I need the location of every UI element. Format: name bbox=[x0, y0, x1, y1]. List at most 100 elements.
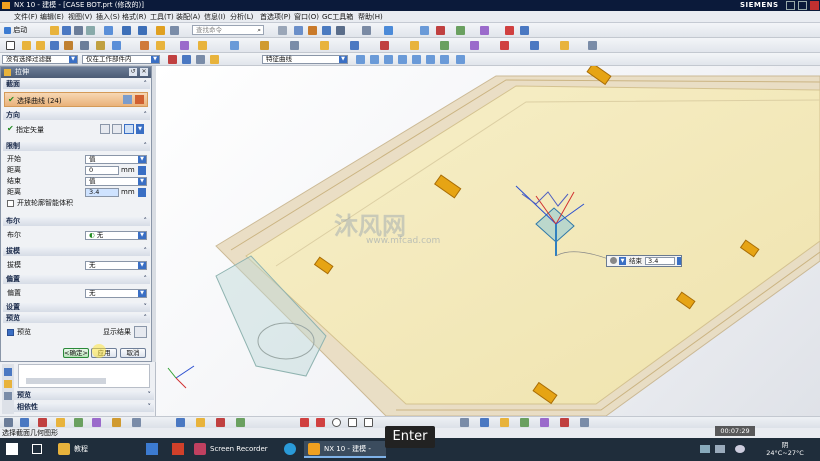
close-icon[interactable]: ✕ bbox=[140, 68, 148, 76]
mirror-icon[interactable] bbox=[198, 41, 207, 50]
more-tools-icon[interactable] bbox=[588, 41, 597, 50]
line-icon[interactable] bbox=[196, 418, 205, 427]
project-curve-icon[interactable] bbox=[580, 418, 589, 427]
section-header[interactable]: 截面 ˄ bbox=[3, 80, 150, 89]
end-distance-input[interactable]: 3.4 bbox=[85, 188, 119, 197]
sketch-polygon-icon[interactable] bbox=[364, 418, 373, 427]
edge-blend-icon[interactable] bbox=[140, 41, 149, 50]
curve-icon[interactable] bbox=[135, 95, 144, 104]
pattern-icon[interactable] bbox=[180, 41, 189, 50]
window-icon[interactable] bbox=[278, 26, 287, 35]
orient-view-icon[interactable] bbox=[384, 26, 393, 35]
snap-view-icon[interactable] bbox=[520, 26, 529, 35]
rotate-view-icon[interactable] bbox=[74, 418, 83, 427]
edge-browser-icon[interactable] bbox=[284, 443, 296, 455]
sync-modeling-icon[interactable] bbox=[350, 41, 359, 50]
layer-icon[interactable] bbox=[420, 26, 429, 35]
chevron-down-icon[interactable]: ▼ bbox=[619, 257, 626, 265]
end-handle-value[interactable]: 3.4 bbox=[645, 257, 675, 265]
orient-icon[interactable] bbox=[20, 418, 29, 427]
offset-header[interactable]: 偏置 ˄ bbox=[3, 275, 150, 284]
deselect-icon[interactable] bbox=[182, 55, 191, 64]
sketch-curve-icon[interactable] bbox=[316, 418, 325, 427]
hole-icon[interactable] bbox=[50, 41, 59, 50]
select-icon[interactable] bbox=[4, 418, 13, 427]
snap-control-icon[interactable] bbox=[384, 55, 393, 64]
ok-button[interactable]: <确定> bbox=[63, 348, 89, 358]
constraint-icon[interactable] bbox=[560, 41, 569, 50]
copy-icon[interactable] bbox=[156, 26, 165, 35]
select-features-icon[interactable] bbox=[196, 55, 205, 64]
assembly-navigator-icon[interactable] bbox=[4, 368, 12, 376]
fillet-icon[interactable] bbox=[540, 418, 549, 427]
show-result-icon[interactable] bbox=[134, 326, 147, 338]
model-canvas[interactable] bbox=[156, 66, 820, 416]
limits-header[interactable]: 限制 ˄ bbox=[3, 142, 150, 151]
snap-on-curve-icon[interactable] bbox=[456, 55, 465, 64]
replace-face-icon[interactable] bbox=[440, 41, 449, 50]
render-style-icon[interactable] bbox=[362, 26, 371, 35]
measure-icon[interactable] bbox=[456, 26, 465, 35]
menu-tools[interactable]: 工具(T) bbox=[150, 12, 174, 22]
revolve-icon[interactable] bbox=[36, 41, 45, 50]
zoom-window-icon[interactable] bbox=[92, 418, 101, 427]
open-profile-checkbox[interactable] bbox=[7, 200, 14, 207]
menu-assembly[interactable]: 装配(A) bbox=[176, 12, 200, 22]
sketch-line-icon[interactable] bbox=[300, 418, 309, 427]
preview-header[interactable]: 预览 ˄ bbox=[3, 314, 150, 323]
undo-icon[interactable] bbox=[122, 26, 131, 35]
select-curve-row[interactable]: ✔ 选择曲线 (24) bbox=[4, 92, 148, 107]
select-body-icon[interactable] bbox=[210, 55, 219, 64]
app-icon-red[interactable] bbox=[172, 443, 184, 455]
menu-view[interactable]: 视图(V) bbox=[68, 12, 92, 22]
start-distance-input[interactable]: 0 bbox=[85, 166, 119, 175]
end-distance-menu-icon[interactable] bbox=[138, 188, 146, 197]
section-view-icon[interactable] bbox=[505, 26, 514, 35]
offset-face-icon[interactable] bbox=[320, 41, 329, 50]
menu-help[interactable]: 帮助(H) bbox=[358, 12, 383, 22]
menu-format[interactable]: 格式(R) bbox=[122, 12, 146, 22]
pull-face-icon[interactable] bbox=[500, 41, 509, 50]
weather-cloud-icon[interactable] bbox=[735, 445, 745, 453]
taskbar-item-screen-recorder[interactable]: Screen Recorder bbox=[194, 441, 268, 458]
arc-icon[interactable] bbox=[216, 418, 225, 427]
pattern-face-icon[interactable] bbox=[530, 41, 539, 50]
nav-dependencies-header[interactable]: 相依性 ˅ bbox=[14, 403, 154, 412]
tray-network-icon[interactable] bbox=[700, 445, 710, 453]
start-button[interactable]: 启动 bbox=[4, 26, 27, 35]
start-option-dropdown[interactable]: 值 ▼ bbox=[85, 155, 147, 164]
pan-icon[interactable] bbox=[336, 26, 345, 35]
extend-icon[interactable] bbox=[520, 418, 529, 427]
command-search-input[interactable]: 查找命令 ⌕ bbox=[192, 25, 264, 35]
direction-header[interactable]: 方向 ˄ bbox=[3, 111, 150, 120]
cut-icon[interactable] bbox=[104, 26, 113, 35]
analysis-icon[interactable] bbox=[480, 26, 489, 35]
delete-face-icon[interactable] bbox=[380, 41, 389, 50]
sketch-circle-icon[interactable] bbox=[332, 418, 341, 427]
wireframe-icon[interactable] bbox=[132, 418, 141, 427]
chamfer-icon[interactable] bbox=[156, 41, 165, 50]
curve-rule-dropdown[interactable]: 特征曲线 ▼ bbox=[262, 55, 348, 64]
close-button[interactable] bbox=[810, 1, 819, 10]
taskbar-item-nx[interactable]: NX 10 - 建模 - [CA... bbox=[304, 441, 386, 458]
unite-icon[interactable] bbox=[80, 41, 89, 50]
print-icon[interactable] bbox=[86, 26, 95, 35]
app-icon-blue[interactable] bbox=[146, 443, 158, 455]
draft-header[interactable]: 拔模 ˄ bbox=[3, 247, 150, 256]
menu-edit[interactable]: 编辑(E) bbox=[40, 12, 64, 22]
shaded-icon[interactable] bbox=[112, 418, 121, 427]
cancel-button[interactable]: 取消 bbox=[120, 348, 146, 358]
inferred-vector-icon[interactable] bbox=[124, 124, 134, 134]
selection-scope-dropdown[interactable]: 仅在工作部件内 ▼ bbox=[82, 55, 160, 64]
menu-preferences[interactable]: 首选项(P) bbox=[260, 12, 291, 22]
end-option-dropdown[interactable]: 值 ▼ bbox=[85, 177, 147, 186]
snap-endpoint-icon[interactable] bbox=[356, 55, 365, 64]
chevron-down-icon[interactable]: ▼ bbox=[136, 124, 144, 134]
paste-icon[interactable] bbox=[170, 26, 179, 35]
weather-widget[interactable]: 阴 24°C~27°C bbox=[752, 441, 818, 457]
trim-icon[interactable] bbox=[500, 418, 509, 427]
boss-icon[interactable] bbox=[64, 41, 73, 50]
zoom-icon[interactable] bbox=[308, 26, 317, 35]
shell-icon[interactable] bbox=[112, 41, 121, 50]
view-fit-icon[interactable] bbox=[294, 26, 303, 35]
